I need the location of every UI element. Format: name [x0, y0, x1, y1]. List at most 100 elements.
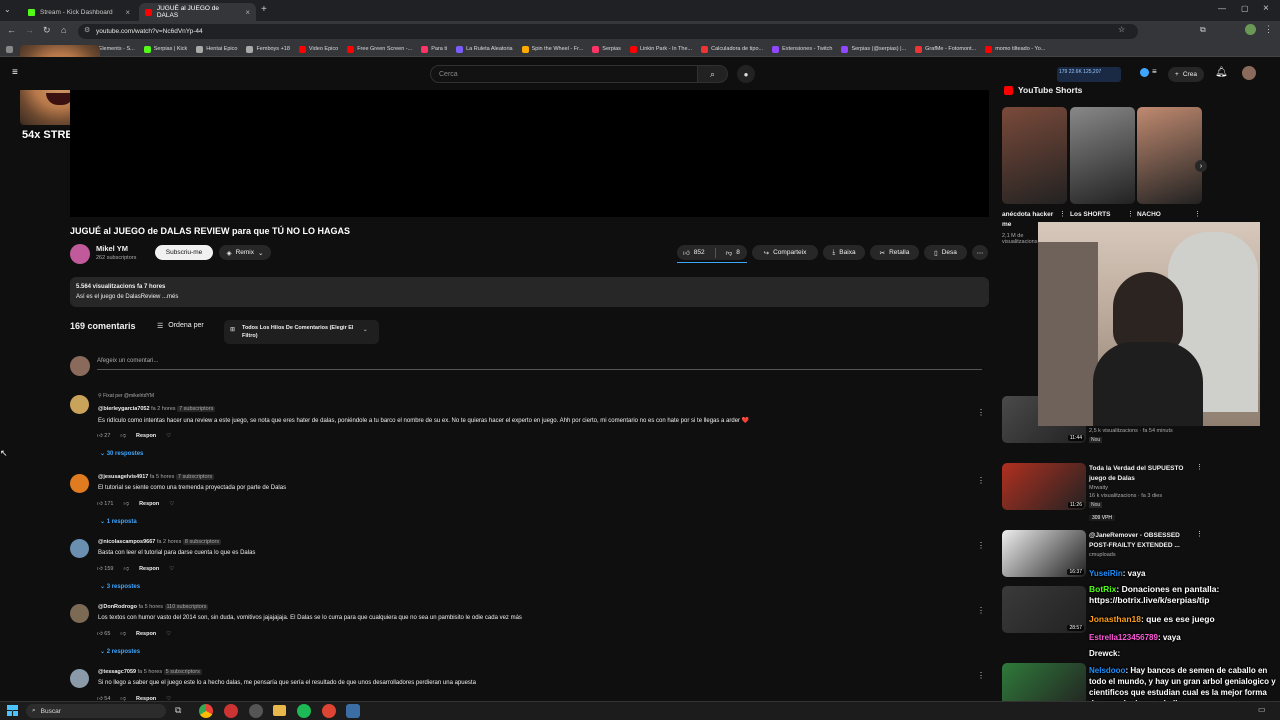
- close-window-button[interactable]: ×: [1263, 3, 1269, 14]
- apps-icon[interactable]: ≡: [1152, 67, 1157, 76]
- comment-dislike-button[interactable]: 👎︎: [120, 631, 126, 637]
- bookmark-item[interactable]: GrafMe - Fotomont...: [915, 45, 976, 53]
- comment-author[interactable]: @nicolascampos9667: [98, 539, 155, 545]
- bookmark-item[interactable]: Free Green Screen -...: [347, 45, 412, 53]
- comment-author[interactable]: @tessagc7059: [98, 669, 136, 675]
- related-title[interactable]: @JaneRemover - OBSESSED POST-FRAILTY EXT…: [1089, 531, 1189, 551]
- search-input[interactable]: Cerca: [430, 65, 698, 83]
- creator-heart-icon[interactable]: ♡: [166, 433, 171, 439]
- short-title[interactable]: NACHO: [1137, 210, 1189, 220]
- bookmark-item[interactable]: Extensiones - Twitch: [772, 45, 832, 53]
- sort-button[interactable]: ☰ Ordena per: [157, 322, 204, 330]
- creator-heart-icon[interactable]: ♡: [169, 566, 174, 572]
- comment-like-button[interactable]: 👍︎ 159: [97, 566, 113, 572]
- file-explorer-icon[interactable]: [273, 705, 286, 716]
- menu-icon[interactable]: ⋮: [1264, 24, 1273, 35]
- bookmark-item[interactable]: Serpias: [592, 45, 621, 53]
- notification-center-icon[interactable]: ▭: [1258, 705, 1266, 714]
- profile-avatar[interactable]: [1245, 24, 1256, 35]
- dislike-button[interactable]: 👎︎ 8: [726, 249, 740, 257]
- extensions-icon[interactable]: ⧉: [1200, 25, 1206, 35]
- bookmark-item[interactable]: Serpias | Kick: [143, 45, 187, 53]
- short-menu-icon[interactable]: ⋮: [1059, 210, 1066, 218]
- create-button[interactable]: + Crea: [1168, 67, 1204, 82]
- channel-avatar[interactable]: [70, 244, 90, 264]
- related-menu-icon[interactable]: ⋮: [1196, 463, 1203, 471]
- tab-youtube-video[interactable]: JUGUÉ al JUEGO de DALAS ×: [139, 3, 256, 21]
- comment-author[interactable]: @DonRodrogo: [98, 604, 137, 610]
- close-icon[interactable]: ×: [245, 8, 250, 17]
- save-button[interactable]: ▯ Desa: [924, 245, 967, 260]
- tab-list-icon[interactable]: ⌄: [4, 5, 11, 14]
- comment-menu-icon[interactable]: ⋮: [977, 476, 985, 485]
- related-thumbnail[interactable]: 28:57: [1002, 586, 1086, 633]
- comment-time[interactable]: fa 5 hores: [139, 604, 163, 610]
- back-icon[interactable]: ←: [7, 25, 16, 35]
- comment-like-button[interactable]: 👍︎ 27: [97, 433, 110, 439]
- comment-menu-icon[interactable]: ⋮: [977, 541, 985, 550]
- comment-like-button[interactable]: 👍︎ 65: [97, 631, 110, 637]
- comment-time[interactable]: fa 5 hores: [150, 474, 174, 480]
- comment-menu-icon[interactable]: ⋮: [977, 606, 985, 615]
- bookmark-item[interactable]: La Ruleta Aleatoria: [456, 45, 513, 53]
- extension-badge-icon[interactable]: [1140, 68, 1149, 77]
- voice-search-button[interactable]: ●: [737, 65, 755, 83]
- hamburger-icon[interactable]: ≡: [12, 67, 18, 78]
- bookmark-item[interactable]: Calculadora de tipo...: [701, 45, 763, 53]
- bookmark-item[interactable]: Spin the Wheel - Fr...: [521, 45, 583, 53]
- add-comment-input[interactable]: Afegeix un comentari...: [97, 358, 982, 370]
- more-actions-button[interactable]: ⋯: [972, 245, 988, 260]
- bookmark-item[interactable]: Para ti: [421, 45, 447, 53]
- comment-author[interactable]: @jesusagelvis4917: [98, 474, 148, 480]
- taskbar-search[interactable]: ⌕ Buscar: [26, 704, 166, 718]
- creator-heart-icon[interactable]: ♡: [166, 631, 171, 637]
- url-field[interactable]: ⚙ youtube.com/watch?v=Nc6dVnYp-44 ☆: [78, 24, 1138, 39]
- comment-time[interactable]: fa 2 hores: [151, 406, 175, 412]
- short-thumbnail[interactable]: [1002, 107, 1067, 204]
- bookmark-item[interactable]: Hentai Epico: [196, 45, 237, 53]
- bookmark-star-icon[interactable]: ☆: [1118, 25, 1125, 34]
- comment-menu-icon[interactable]: ⋮: [977, 671, 985, 680]
- reply-button[interactable]: Respon: [139, 501, 159, 507]
- short-title[interactable]: Los SHORTS: [1070, 210, 1122, 220]
- bookmark-item[interactable]: Femboys +18: [246, 45, 290, 53]
- short-thumbnail[interactable]: [1070, 107, 1135, 204]
- comment-avatar[interactable]: [70, 604, 89, 623]
- related-channel[interactable]: cmuploads: [1089, 552, 1116, 558]
- comment-time[interactable]: fa 5 hores: [138, 669, 162, 675]
- bookmark-item[interactable]: Serpias (@serpias) |...: [841, 45, 906, 53]
- view-replies-button[interactable]: ⌄ 30 respostes: [100, 450, 143, 457]
- bookmark-item[interactable]: Linkin Park - In The...: [629, 45, 692, 53]
- forward-icon[interactable]: →: [25, 25, 34, 35]
- description-box[interactable]: 5.564 visualitzacions fa 7 hores Así es …: [70, 277, 989, 307]
- video-player[interactable]: [70, 90, 989, 217]
- new-tab-button[interactable]: +: [261, 4, 267, 15]
- related-channel[interactable]: Mrwaity: [1089, 485, 1108, 491]
- reload-icon[interactable]: ↻: [43, 25, 51, 36]
- comment-avatar[interactable]: [70, 539, 89, 558]
- view-replies-button[interactable]: ⌄ 3 respostes: [100, 583, 140, 590]
- app-icon[interactable]: [224, 704, 238, 718]
- download-button[interactable]: ⤓ Baixa: [823, 245, 865, 260]
- home-icon[interactable]: ⌂: [61, 25, 66, 35]
- tab-kick-dashboard[interactable]: Stream - Kick Dashboard ×: [22, 3, 136, 21]
- comment-menu-icon[interactable]: ⋮: [977, 408, 985, 417]
- related-title[interactable]: Toda la Verdad del SUPUESTO juego de Dal…: [1089, 464, 1189, 484]
- comment-avatar[interactable]: [70, 669, 89, 688]
- maximize-button[interactable]: ▢: [1241, 4, 1249, 13]
- search-button[interactable]: ⌕: [698, 65, 728, 83]
- remix-button[interactable]: ◈ Remix ⌄: [219, 245, 271, 260]
- comment-time[interactable]: fa 2 hores: [157, 539, 181, 545]
- windows-start-icon[interactable]: [7, 705, 18, 716]
- comment-dislike-button[interactable]: 👎︎: [123, 501, 129, 507]
- short-thumbnail[interactable]: [1137, 107, 1202, 204]
- comment-dislike-button[interactable]: 👎︎: [120, 433, 126, 439]
- site-info-icon[interactable]: ⚙: [84, 26, 90, 34]
- shorts-next-button[interactable]: ›: [1195, 160, 1207, 172]
- related-thumbnail[interactable]: 16:37: [1002, 530, 1086, 577]
- share-button[interactable]: ↪ Comparteix: [752, 245, 818, 260]
- close-icon[interactable]: ×: [125, 8, 130, 17]
- related-menu-icon[interactable]: ⋮: [1196, 530, 1203, 538]
- minimize-button[interactable]: —: [1218, 4, 1226, 13]
- reply-button[interactable]: Respon: [136, 433, 156, 439]
